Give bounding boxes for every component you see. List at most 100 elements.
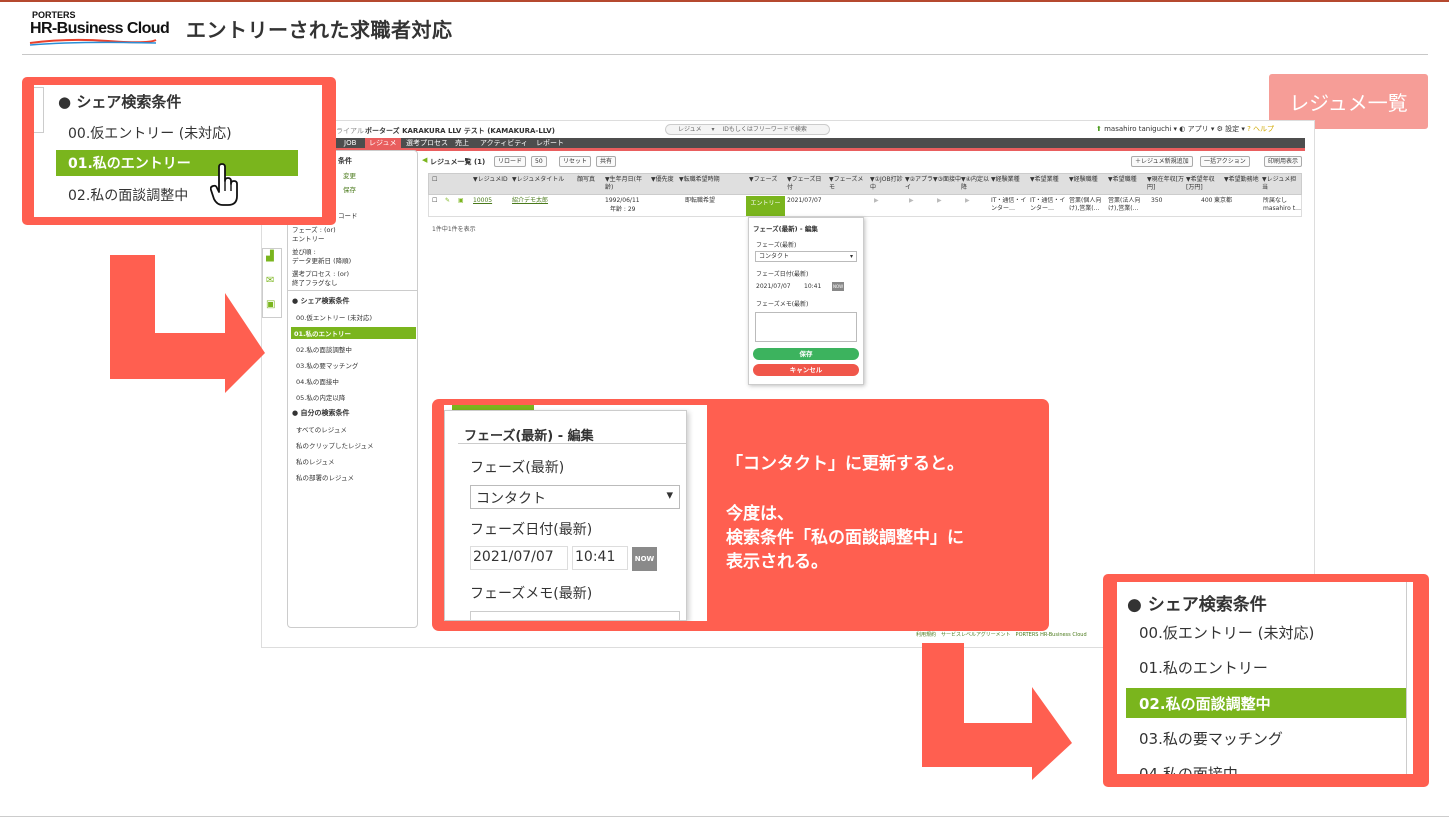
resume-id-link[interactable]: 10005 — [473, 197, 492, 205]
resume-title-link[interactable]: 紹介デモ太郎 — [512, 197, 548, 205]
bulk-action-button[interactable]: 一括アクション — [1200, 156, 1250, 167]
hope-location: 東京都 — [1214, 197, 1233, 204]
menu-process[interactable]: 選考プロセス — [402, 138, 452, 148]
explanation-line-1: 「コンタクト」に更新すると。 — [726, 454, 964, 474]
zoom-phase-select[interactable]: コンタクト ▾ — [470, 485, 680, 509]
popup-date-input[interactable]: 2021/07/07 — [756, 283, 791, 290]
share-item-02-selected[interactable]: 02.私の面談調整中 — [1126, 688, 1406, 718]
zoom-time-input[interactable]: 10:41 — [572, 546, 628, 570]
save-link[interactable]: 保存 — [343, 184, 356, 194]
menu-job[interactable]: JOB — [340, 138, 360, 148]
col-header[interactable]: ▼生年月日(年齢) — [605, 176, 649, 192]
calendar-icon[interactable]: ▣ — [266, 299, 275, 310]
popup-phase-select[interactable]: コンタクト ▾ — [755, 251, 857, 262]
menu-report[interactable]: レポート — [532, 138, 568, 148]
zoom-memo-textarea[interactable] — [470, 611, 680, 621]
chart-icon[interactable]: ▟ — [266, 251, 274, 262]
col-header[interactable]: ▼転職希望時期 — [679, 176, 720, 184]
profile-link[interactable]: ライアル — [336, 126, 364, 136]
help-link[interactable]: ヘルプ — [1253, 125, 1274, 133]
reset-button[interactable]: リセット — [559, 156, 592, 167]
popup-memo-textarea[interactable] — [755, 312, 857, 342]
col-header[interactable]: ▼希望業種 — [1030, 176, 1059, 184]
user-name[interactable]: masahiro taniguchi — [1104, 125, 1171, 133]
zoom-now-button[interactable]: NOW — [632, 547, 657, 571]
col-header[interactable]: ▼希望勤務地 — [1224, 176, 1260, 184]
own-item-clipped[interactable]: 私のクリップしたレジュメ — [296, 440, 374, 450]
collapse-icon[interactable]: ◀ — [422, 156, 427, 164]
col-header[interactable]: ▼レジュメタイトル — [512, 176, 564, 184]
share-item-01[interactable]: 01.私のエントリー — [291, 327, 416, 339]
col-header[interactable]: ▼④内定以降 — [961, 176, 989, 192]
share-item-03[interactable]: 03.私の要マッチング — [296, 360, 358, 370]
global-search[interactable]: レジュメ ▾ IDもしくはフリーワードで検索 — [665, 124, 830, 135]
menu-activity[interactable]: アクティビティ — [476, 138, 532, 148]
share-item-02[interactable]: 02.私の面談調整中 — [68, 185, 188, 205]
share-item-02[interactable]: 02.私の面談調整中 — [296, 344, 352, 354]
search-input[interactable]: IDもしくはフリーワードで検索 — [722, 126, 806, 133]
share-item-04[interactable]: 04.私の面接中 — [1139, 763, 1238, 774]
share-item-05[interactable]: 05.私の内定以降 — [296, 392, 345, 402]
col-header[interactable]: ▼経験職種 — [1069, 176, 1098, 184]
share-item-01-selected[interactable]: 01.私のエントリー — [56, 150, 298, 176]
user-menu[interactable]: ⬆ masahiro taniguchi ▾ ◐ アプリ ▾ ⚙ 設定 ▾ ? … — [1096, 124, 1274, 134]
popup-title: フェーズ(最新) - 編集 — [753, 225, 818, 233]
col-header[interactable]: ▼③面接中 — [933, 176, 961, 184]
apps-icon: ◐ — [1179, 125, 1186, 133]
change-link[interactable]: 変更 — [343, 170, 356, 180]
popup-cancel-button[interactable]: キャンセル — [753, 364, 859, 376]
own-item-all[interactable]: すべてのレジュメ — [296, 424, 347, 434]
share-item-03[interactable]: 03.私の要マッチング — [1139, 728, 1283, 749]
row-menu-icon[interactable]: ▣ — [458, 197, 464, 205]
row-checkbox[interactable]: ☐ — [432, 197, 437, 205]
share-item-00[interactable]: 00.仮エントリー (未対応) — [1139, 622, 1314, 643]
col-header[interactable]: ▼レジュメ担当 — [1262, 176, 1302, 192]
share-item-04[interactable]: 04.私の面接中 — [296, 376, 339, 386]
reload-button[interactable]: リロード — [494, 156, 527, 167]
col-header[interactable]: ▼希望職種 — [1108, 176, 1137, 184]
per-page-select[interactable]: 50 — [531, 156, 547, 167]
upload-icon[interactable]: ⬆ — [1096, 125, 1102, 133]
phase-cell[interactable]: エントリー — [746, 196, 785, 216]
share-button[interactable]: 共有 — [596, 156, 617, 167]
col-header[interactable]: ▼②アプライ — [905, 176, 933, 192]
col-header[interactable]: ▼レジュメID — [473, 176, 509, 184]
col-header[interactable]: ▼フェーズ日付 — [787, 176, 825, 192]
share-search-title: ● シェア検索条件 — [58, 93, 182, 111]
logo-swoosh-icon — [29, 38, 157, 46]
zoom-divider — [458, 443, 687, 444]
settings-menu[interactable]: 設定 — [1225, 125, 1239, 133]
menu-resume[interactable]: レジュメ — [365, 138, 401, 148]
share-item-00[interactable]: 00.仮エントリー (未対応) — [296, 312, 372, 322]
col-header[interactable]: ▼現在年収[万円] — [1147, 176, 1185, 192]
popup-save-button[interactable]: 保存 — [753, 348, 859, 360]
list-toolbar: ◀ レジュメ一覧 (1) リロード 50 リセット 共有 ＋レジュメ新規追加 一… — [422, 156, 1304, 168]
share-item-01[interactable]: 01.私のエントリー — [1139, 657, 1268, 678]
popup-now-button[interactable]: NOW — [832, 282, 845, 291]
col-header[interactable]: ▼経験業種 — [991, 176, 1020, 184]
table-row[interactable]: ☐ ✎ ▣ 10005 紹介デモ太郎 1992/06/11 年齢 : 29 即転… — [428, 195, 1302, 217]
popup-time-input[interactable]: 10:41 — [804, 283, 821, 290]
print-button[interactable]: 印刷用表示 — [1264, 156, 1303, 167]
search-scope[interactable]: レジュメ — [678, 126, 702, 133]
arrow-down-right-icon — [110, 255, 265, 393]
apps-menu[interactable]: アプリ — [1188, 125, 1209, 133]
col-header[interactable]: ▼優先度 — [651, 176, 674, 184]
new-resume-button[interactable]: ＋レジュメ新規追加 — [1131, 156, 1193, 167]
mail-icon[interactable]: ✉ — [266, 275, 274, 286]
side-tabs: ▟ ✉ ▣ — [262, 248, 282, 318]
col-header[interactable]: ▼希望年収[万円] — [1186, 176, 1222, 192]
share-item-00[interactable]: 00.仮エントリー (未対応) — [68, 123, 232, 143]
share-search-title: ● シェア検索条件 — [1127, 595, 1267, 615]
popup-phase-label: フェーズ(最新) — [756, 242, 797, 249]
col-header[interactable]: ▼①JOB打診中 — [870, 176, 904, 192]
menu-sales[interactable]: 売上 — [451, 138, 473, 148]
col-header[interactable]: ▼フェーズメモ — [829, 176, 867, 192]
select-all-checkbox[interactable]: ☐ — [432, 176, 437, 184]
pin-icon[interactable]: ✎ — [445, 197, 450, 205]
own-item-dept[interactable]: 私の部署のレジュメ — [296, 472, 354, 482]
own-item-mine[interactable]: 私のレジュメ — [296, 456, 335, 466]
footer-links[interactable]: 利用規約 サービスレベルアグリーメント PORTERS HR-Business … — [916, 631, 1087, 638]
zoom-date-input[interactable]: 2021/07/07 — [470, 546, 568, 570]
col-header[interactable]: ▼フェーズ — [749, 176, 777, 184]
